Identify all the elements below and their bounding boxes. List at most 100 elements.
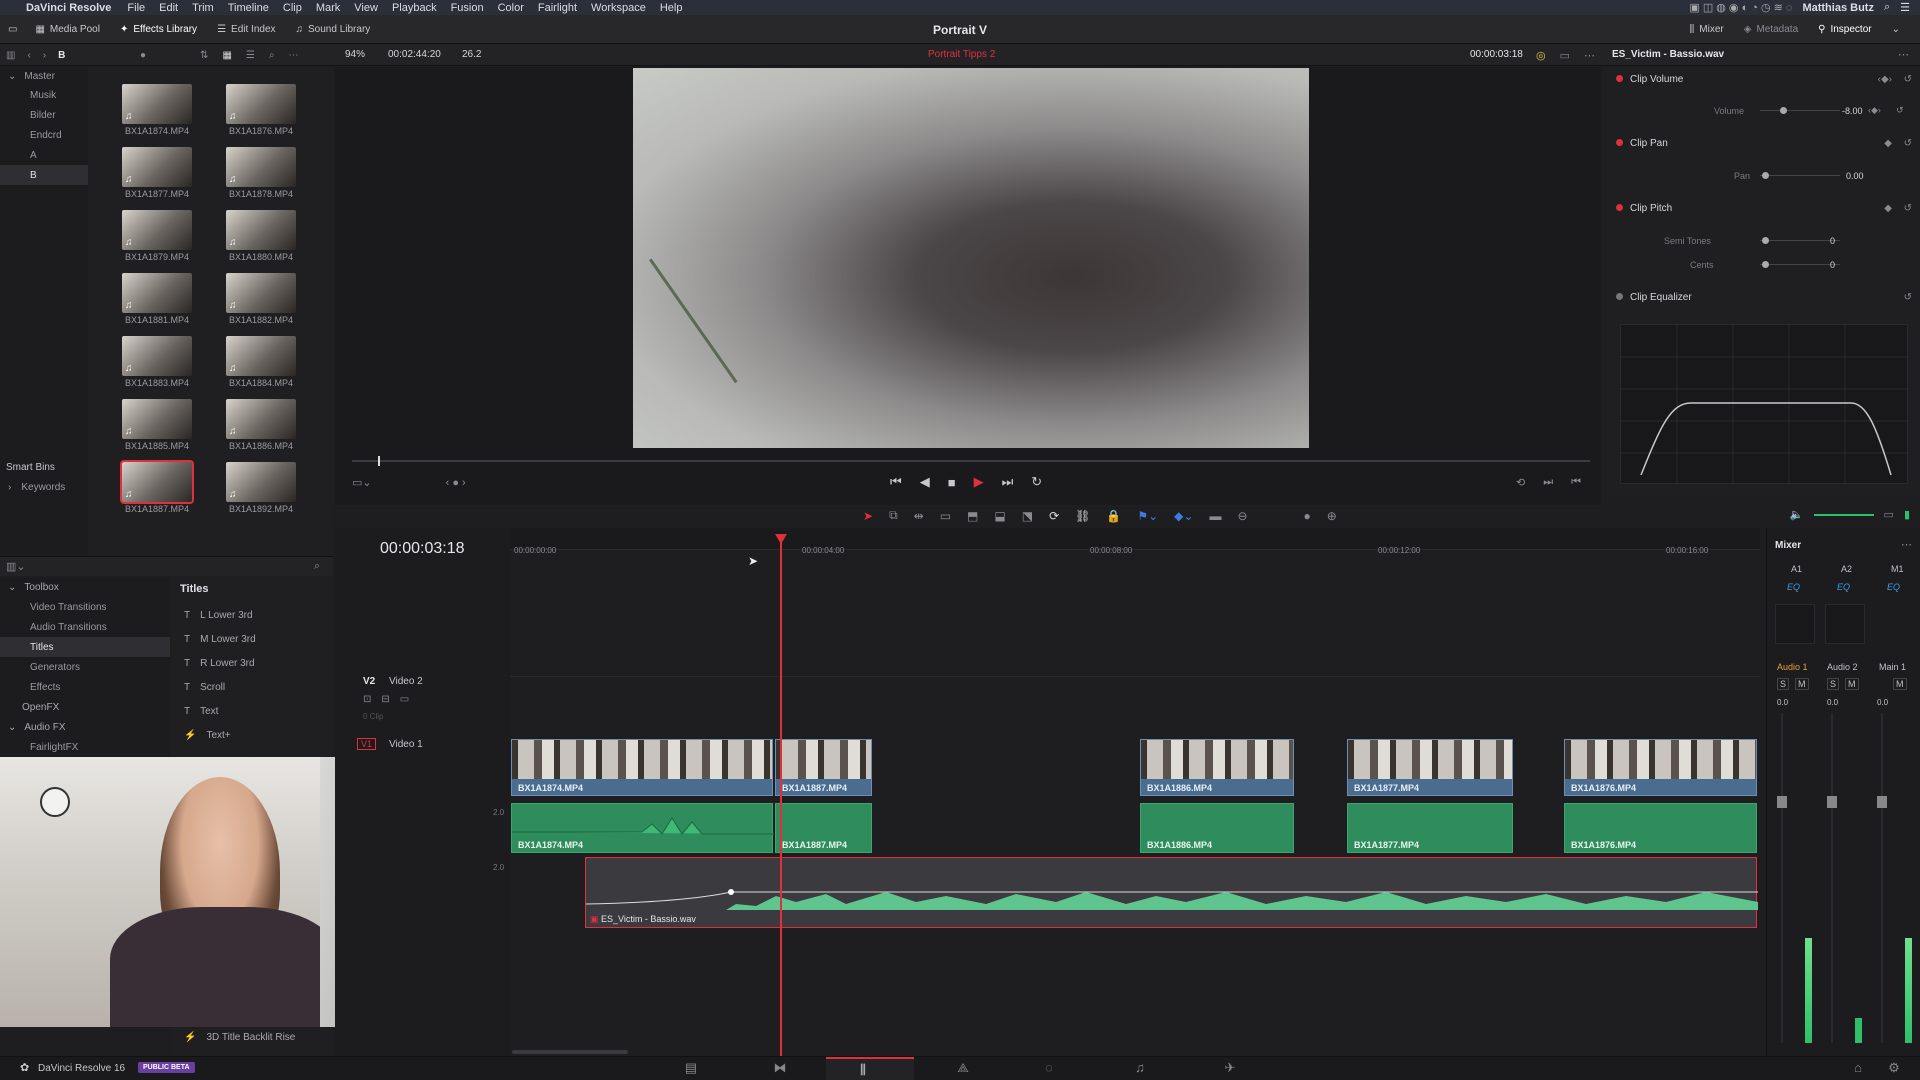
search-icon[interactable]: ⌕ — [1884, 1, 1890, 14]
media-clip-thumbnail[interactable]: ♫ — [226, 462, 296, 502]
forward-icon[interactable]: › — [43, 50, 46, 61]
enable-toggle-icon[interactable] — [1616, 204, 1623, 211]
metadata-button[interactable]: ◈ Metadata — [1734, 15, 1808, 44]
audio-clip[interactable]: BX1A1876.MP4 — [1564, 803, 1757, 853]
title-l-lower-3rd[interactable]: TL Lower 3rd — [172, 603, 333, 627]
video-clip[interactable]: BX1A1886.MP4 — [1140, 739, 1294, 796]
search-icon[interactable]: ⌕ — [269, 50, 275, 61]
mixer-button[interactable]: ⫼ Mixer — [1680, 15, 1734, 44]
menu-view[interactable]: View — [354, 2, 378, 14]
thumbnail-view-icon[interactable]: ▦ — [222, 50, 231, 61]
bin-list-toggle-icon[interactable]: ▥ — [6, 50, 15, 61]
play-icon[interactable]: ▶ — [974, 474, 984, 490]
effects-library-button[interactable]: ✦ Effects Library — [110, 15, 207, 44]
menu-fusion[interactable]: Fusion — [451, 2, 484, 14]
cents-value[interactable]: 0 — [1830, 260, 1835, 270]
volume-value[interactable]: -8.00 — [1842, 106, 1863, 116]
link-icon[interactable]: ⛓ — [1075, 509, 1090, 523]
color-page-icon[interactable]: ◌ — [1039, 1060, 1059, 1076]
cents-slider-handle[interactable] — [1762, 261, 1769, 268]
pan-control[interactable] — [1825, 604, 1865, 644]
media-clip-thumbnail[interactable]: ♫ — [226, 399, 296, 439]
reset-icon[interactable]: ↺ — [1904, 292, 1912, 303]
media-clip-thumbnail[interactable]: ♫ — [226, 84, 296, 124]
bin-master[interactable]: ⌄ Master — [0, 67, 88, 85]
v1-name[interactable]: Video 1 — [389, 739, 423, 750]
zoom-slider[interactable]: ● — [1304, 509, 1311, 523]
more-options-icon[interactable]: ⋯ — [1901, 538, 1912, 551]
crop-icon[interactable]: ▭⌄ — [352, 476, 372, 489]
play-reverse-icon[interactable]: ◀ — [920, 474, 930, 490]
eq-graph[interactable] — [1620, 324, 1909, 485]
insert-clip-icon[interactable]: ⬒ — [967, 509, 978, 523]
audio-clip[interactable]: BX1A1877.MP4 — [1347, 803, 1513, 853]
timeline-timecode[interactable]: 00:00:03:18 — [380, 540, 465, 558]
smart-bin-keywords[interactable]: › Keywords — [8, 482, 65, 493]
media-clip-thumbnail[interactable]: ♫ — [122, 399, 192, 439]
keyframe-icon[interactable]: ‹◆› — [1868, 105, 1881, 116]
toolbox-audiofx[interactable]: ⌄ Audio FX — [0, 717, 170, 737]
mute-button[interactable]: M — [1845, 678, 1859, 690]
selection-tool-icon[interactable]: ➤ — [863, 509, 873, 523]
reset-icon[interactable]: ↺ — [1904, 203, 1912, 214]
zoom-out-icon[interactable]: ⊖ — [1237, 509, 1247, 523]
cut-page-icon[interactable]: ⧓ — [770, 1060, 790, 1076]
search-icon[interactable]: ⌕ — [314, 560, 320, 573]
zoom-in-icon[interactable]: ⊕ — [1327, 509, 1337, 523]
video-clip[interactable]: BX1A1876.MP4 — [1564, 739, 1757, 796]
menu-color[interactable]: Color — [498, 2, 524, 14]
pan-slider[interactable] — [1760, 175, 1840, 176]
keyframe-icon[interactable]: ◆ — [1884, 203, 1892, 214]
user-name[interactable]: Matthias Butz — [1802, 2, 1874, 14]
mute-button[interactable]: M — [1795, 678, 1809, 690]
media-clip-thumbnail[interactable]: ♫ — [226, 210, 296, 250]
back-icon[interactable]: ‹ — [27, 50, 30, 61]
panel-toggle-icon[interactable]: ▭ — [0, 15, 25, 44]
media-page-icon[interactable]: ▤ — [681, 1060, 701, 1076]
toolbox-audio-transitions[interactable]: Audio Transitions — [0, 617, 170, 637]
stop-icon[interactable]: ■ — [948, 475, 956, 490]
timeline-name[interactable]: Portrait Tipps 2 — [928, 49, 995, 60]
next-edit-icon[interactable]: ⏭ — [1543, 476, 1553, 489]
flag-icon[interactable]: ⚑⌄ — [1137, 509, 1158, 523]
menu-help[interactable]: Help — [660, 2, 683, 14]
more-options-icon[interactable]: ⋯ — [1584, 49, 1595, 62]
menu-workspace[interactable]: Workspace — [591, 2, 646, 14]
reset-icon[interactable]: ↺ — [1904, 138, 1912, 149]
playhead[interactable] — [780, 536, 782, 1056]
panel-toggle-icon[interactable]: ▥⌄ — [6, 560, 26, 573]
match-frame-icon[interactable]: ⟲ — [1516, 476, 1525, 489]
semitones-slider-handle[interactable] — [1762, 237, 1769, 244]
enable-toggle-icon[interactable] — [1616, 293, 1623, 300]
mute-button[interactable]: M — [1893, 678, 1907, 690]
more-options-icon[interactable]: ⋯ — [288, 50, 298, 61]
pan-control[interactable] — [1775, 604, 1815, 644]
speaker-icon[interactable]: 🔈 — [1790, 508, 1804, 521]
cents-slider[interactable] — [1760, 264, 1840, 265]
toolbox-effects[interactable]: Effects — [0, 677, 170, 697]
media-clip-thumbnail[interactable]: ♫ — [120, 460, 194, 504]
meter-icon[interactable]: ▭ — [1884, 508, 1894, 521]
inspector-button[interactable]: ⚲ Inspector — [1808, 15, 1881, 44]
deliver-page-icon[interactable]: ✈ — [1220, 1060, 1240, 1076]
edit-page-tab[interactable]: ⫼ — [826, 1057, 914, 1080]
keyframe-icon[interactable]: ◆ — [1884, 138, 1892, 149]
enable-toggle-icon[interactable] — [1616, 139, 1623, 146]
audio-clip[interactable]: BX1A1887.MP4 — [775, 803, 872, 853]
volume-slider[interactable] — [1760, 110, 1840, 111]
toolbox-fairlightfx[interactable]: FairlightFX — [0, 737, 170, 757]
media-clip-thumbnail[interactable]: ♫ — [122, 84, 192, 124]
solo-button[interactable]: S — [1827, 678, 1840, 690]
sort-icon[interactable]: ● — [140, 50, 146, 61]
audio-clip[interactable]: BX1A1886.MP4 — [1140, 803, 1294, 853]
pan-slider-handle[interactable] — [1762, 172, 1769, 179]
title-r-lower-3rd[interactable]: TR Lower 3rd — [172, 651, 333, 675]
bin-item-bilder[interactable]: Bilder — [0, 105, 88, 125]
semitones-slider[interactable] — [1760, 240, 1840, 241]
timeline-ruler[interactable] — [510, 528, 1760, 550]
loop-icon[interactable]: ↻ — [1031, 474, 1042, 490]
media-clip-thumbnail[interactable]: ♫ — [122, 273, 192, 313]
title-3d-backlit-rise[interactable]: ⚡ 3D Title Backlit Rise — [172, 1025, 295, 1049]
toolbox-video-transitions[interactable]: Video Transitions — [0, 597, 170, 617]
title-text[interactable]: T Text — [172, 699, 333, 723]
